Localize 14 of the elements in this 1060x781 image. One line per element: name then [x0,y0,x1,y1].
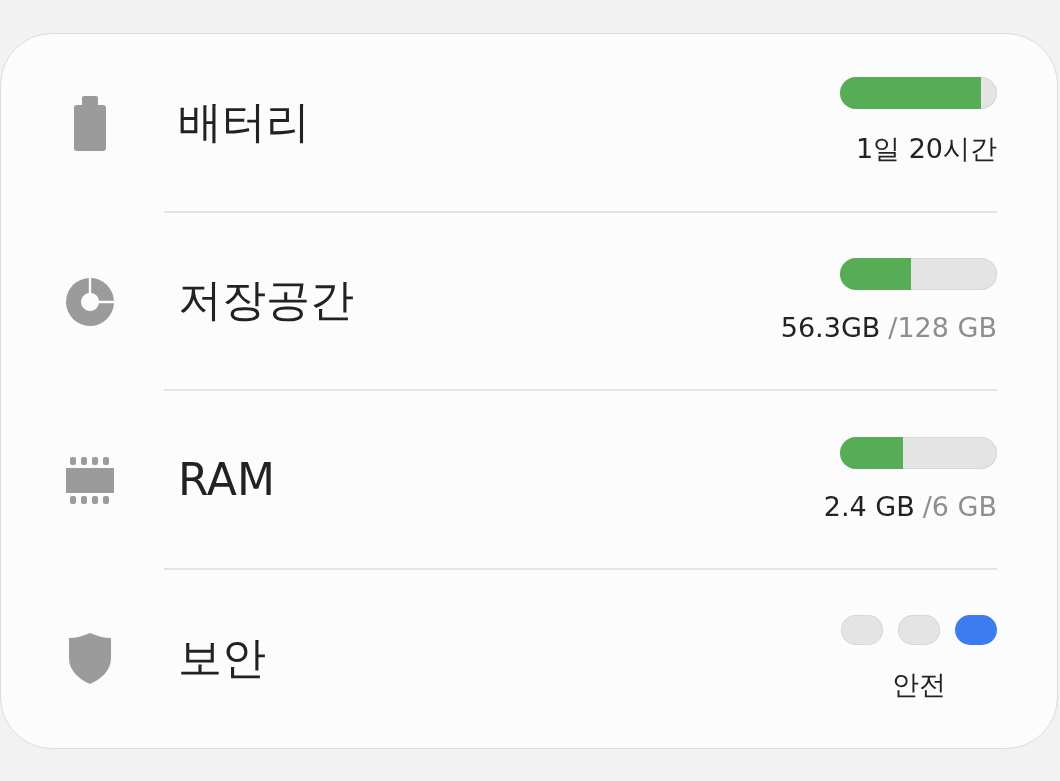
category-label: 배터리 [178,94,310,149]
usage-reading: 안전 [891,667,946,702]
category-label: RAM [178,453,275,505]
usage-reading: 56.3GB [780,312,881,344]
category-label: 보안 [178,631,266,686]
category-label: 저장공간 [178,273,354,328]
capacity-total: /128 GB [888,312,997,344]
usage-reading: 2.4 GB [823,490,915,522]
memory-chip-icon [66,456,114,504]
shield-icon [69,633,111,685]
donut-chart-icon [66,277,114,326]
battery-icon [74,95,106,151]
capacity-total: /6 GB [922,490,997,522]
usage-reading: 1일 20시간 [855,132,997,167]
